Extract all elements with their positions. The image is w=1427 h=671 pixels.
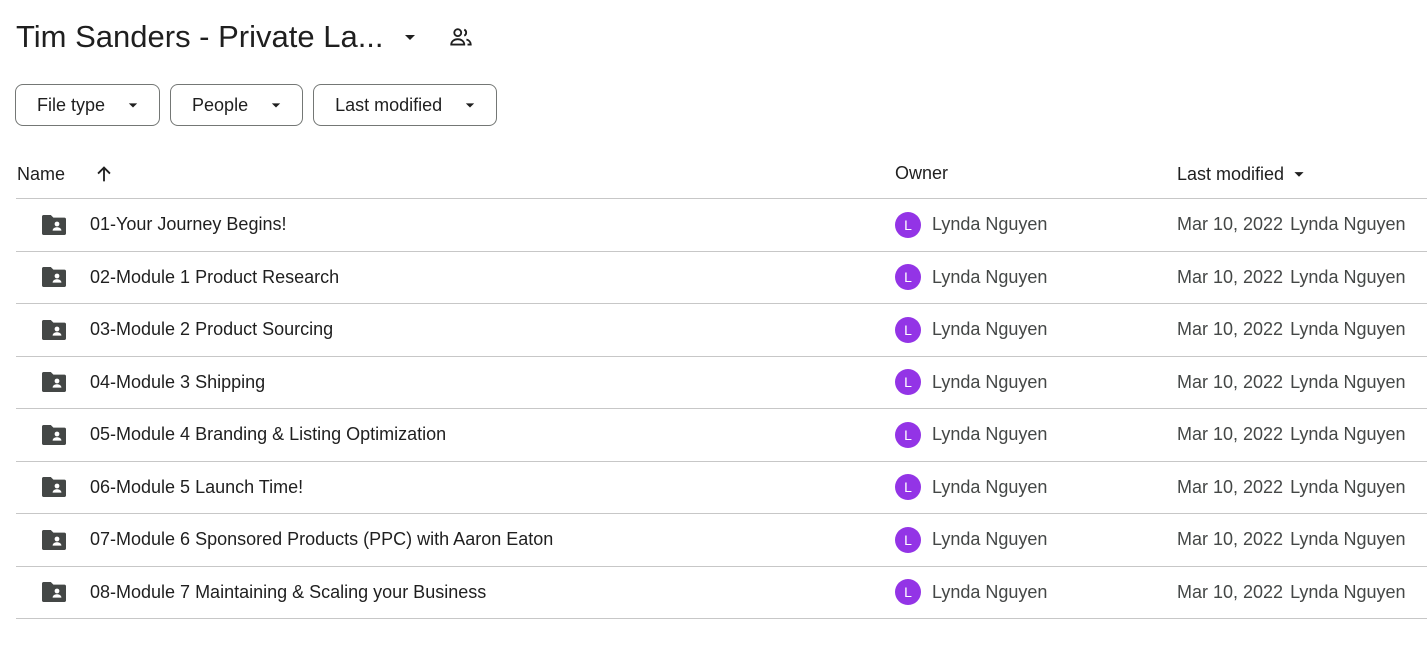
shared-people-icon[interactable] <box>448 24 474 50</box>
table-row[interactable]: 02-Module 1 Product Research L Lynda Ngu… <box>16 252 1427 304</box>
modified-date: Mar 10, 2022 <box>1177 424 1284 445</box>
shared-folder-icon <box>40 462 68 514</box>
file-list-header: Name Owner Last modified <box>16 146 1427 199</box>
arrow-drop-down-icon[interactable] <box>398 25 422 49</box>
owner-cell: L Lynda Nguyen <box>895 357 1047 409</box>
modified-date: Mar 10, 2022 <box>1177 476 1284 497</box>
owner-header-label: Owner <box>895 163 949 183</box>
owner-column-header: Owner <box>895 163 948 184</box>
modified-date: Mar 10, 2022 <box>1177 319 1284 340</box>
modified-by: Lynda Nguyen <box>1290 214 1406 235</box>
avatar[interactable]: L <box>895 421 921 448</box>
last-modified-cell: Mar 10, 2022 Lynda Nguyen <box>1177 462 1406 514</box>
arrow-drop-down-icon <box>266 95 286 115</box>
shared-folder-icon <box>40 567 68 619</box>
owner-name: Lynda Nguyen <box>932 424 1048 445</box>
filter-bar: File type People Last modified <box>15 84 498 126</box>
modified-date: Mar 10, 2022 <box>1177 266 1284 287</box>
filter-label: People <box>192 94 249 115</box>
table-row[interactable]: 01-Your Journey Begins! L Lynda Nguyen M… <box>16 199 1427 252</box>
folder-header: Tim Sanders - Private La... <box>16 14 474 60</box>
last-modified-cell: Mar 10, 2022 Lynda Nguyen <box>1177 514 1406 566</box>
file-list: Name Owner Last modified 01-Your Journey… <box>16 146 1427 619</box>
table-row[interactable]: 08-Module 7 Maintaining & Scaling your B… <box>16 567 1427 619</box>
arrow-drop-down-icon[interactable] <box>1288 163 1310 185</box>
modified-by: Lynda Nguyen <box>1290 581 1406 602</box>
file-list-rows: 01-Your Journey Begins! L Lynda Nguyen M… <box>16 199 1427 619</box>
file-name[interactable]: 07-Module 6 Sponsored Products (PPC) wit… <box>90 514 553 566</box>
arrow-up-icon[interactable] <box>93 163 115 185</box>
avatar[interactable]: L <box>895 264 921 291</box>
owner-cell: L Lynda Nguyen <box>895 252 1047 304</box>
shared-folder-icon <box>40 304 68 356</box>
table-row[interactable]: 04-Module 3 Shipping L Lynda Nguyen Mar … <box>16 357 1427 409</box>
shared-folder-icon <box>40 409 68 461</box>
file-type-filter[interactable]: File type <box>15 84 161 126</box>
table-row[interactable]: 05-Module 4 Branding & Listing Optimizat… <box>16 409 1427 462</box>
modified-date: Mar 10, 2022 <box>1177 529 1284 550</box>
table-row[interactable]: 03-Module 2 Product Sourcing L Lynda Ngu… <box>16 304 1427 357</box>
owner-name: Lynda Nguyen <box>932 371 1048 392</box>
shared-folder-icon <box>40 252 68 304</box>
file-name[interactable]: 02-Module 1 Product Research <box>90 252 339 304</box>
owner-name: Lynda Nguyen <box>932 319 1048 340</box>
last-modified-cell: Mar 10, 2022 Lynda Nguyen <box>1177 409 1406 461</box>
avatar[interactable]: L <box>895 474 921 501</box>
owner-name: Lynda Nguyen <box>932 529 1048 550</box>
file-name[interactable]: 08-Module 7 Maintaining & Scaling your B… <box>90 567 486 619</box>
table-row[interactable]: 06-Module 5 Launch Time! L Lynda Nguyen … <box>16 462 1427 514</box>
file-name[interactable]: 04-Module 3 Shipping <box>90 357 265 409</box>
avatar[interactable]: L <box>895 579 921 606</box>
shared-folder-icon <box>40 514 68 566</box>
owner-cell: L Lynda Nguyen <box>895 567 1047 619</box>
modified-header-label: Last modified <box>1177 163 1285 184</box>
avatar[interactable]: L <box>895 369 921 396</box>
last-modified-filter[interactable]: Last modified <box>313 84 498 126</box>
people-filter[interactable]: People <box>170 84 304 126</box>
avatar[interactable]: L <box>895 316 921 343</box>
folder-title[interactable]: Tim Sanders - Private La... <box>16 19 384 55</box>
owner-name: Lynda Nguyen <box>932 476 1048 497</box>
owner-cell: L Lynda Nguyen <box>895 462 1047 514</box>
file-name[interactable]: 05-Module 4 Branding & Listing Optimizat… <box>90 409 446 461</box>
modified-date: Mar 10, 2022 <box>1177 581 1284 602</box>
file-name[interactable]: 03-Module 2 Product Sourcing <box>90 304 333 356</box>
owner-cell: L Lynda Nguyen <box>895 409 1047 461</box>
owner-cell: L Lynda Nguyen <box>895 199 1047 251</box>
owner-name: Lynda Nguyen <box>932 581 1048 602</box>
modified-by: Lynda Nguyen <box>1290 424 1406 445</box>
arrow-drop-down-icon <box>460 95 480 115</box>
last-modified-cell: Mar 10, 2022 Lynda Nguyen <box>1177 304 1406 356</box>
modified-by: Lynda Nguyen <box>1290 529 1406 550</box>
name-column-header[interactable]: Name <box>17 163 115 185</box>
filter-label: File type <box>37 94 106 115</box>
last-modified-cell: Mar 10, 2022 Lynda Nguyen <box>1177 199 1406 251</box>
owner-cell: L Lynda Nguyen <box>895 514 1047 566</box>
last-modified-cell: Mar 10, 2022 Lynda Nguyen <box>1177 567 1406 619</box>
last-modified-cell: Mar 10, 2022 Lynda Nguyen <box>1177 357 1406 409</box>
file-name[interactable]: 06-Module 5 Launch Time! <box>90 462 303 514</box>
modified-date: Mar 10, 2022 <box>1177 214 1284 235</box>
modified-by: Lynda Nguyen <box>1290 476 1406 497</box>
last-modified-cell: Mar 10, 2022 Lynda Nguyen <box>1177 252 1406 304</box>
modified-by: Lynda Nguyen <box>1290 266 1406 287</box>
modified-by: Lynda Nguyen <box>1290 371 1406 392</box>
file-name[interactable]: 01-Your Journey Begins! <box>90 199 286 251</box>
last-modified-column-header[interactable]: Last modified <box>1177 163 1310 185</box>
drive-folder-view: Tim Sanders - Private La... File type Pe… <box>0 0 1427 671</box>
shared-folder-icon <box>40 199 68 251</box>
filter-label: Last modified <box>335 94 443 115</box>
name-header-label: Name <box>17 163 66 184</box>
owner-cell: L Lynda Nguyen <box>895 304 1047 356</box>
modified-by: Lynda Nguyen <box>1290 319 1406 340</box>
owner-name: Lynda Nguyen <box>932 266 1048 287</box>
shared-folder-icon <box>40 357 68 409</box>
arrow-drop-down-icon <box>123 95 143 115</box>
modified-date: Mar 10, 2022 <box>1177 371 1284 392</box>
table-row[interactable]: 07-Module 6 Sponsored Products (PPC) wit… <box>16 514 1427 567</box>
avatar[interactable]: L <box>895 526 921 553</box>
owner-name: Lynda Nguyen <box>932 214 1048 235</box>
avatar[interactable]: L <box>895 211 921 238</box>
